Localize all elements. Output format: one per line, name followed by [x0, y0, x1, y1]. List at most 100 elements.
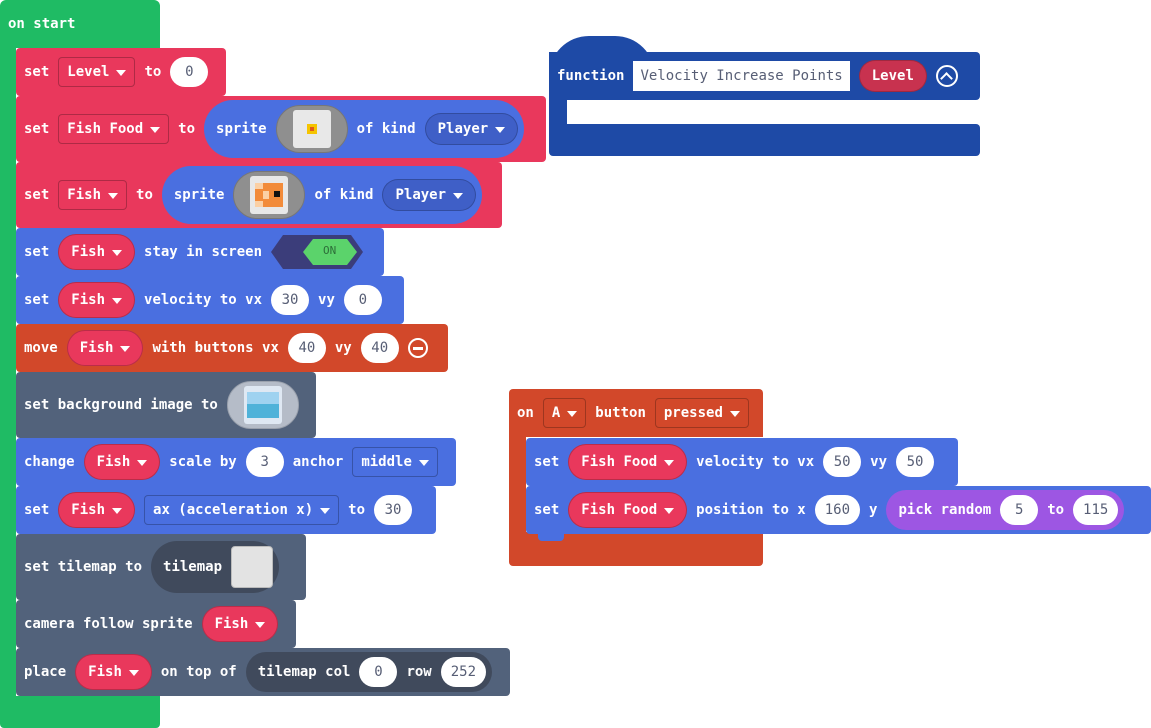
number-input[interactable]: 0: [170, 57, 209, 87]
on-start-rail: [0, 40, 16, 700]
sprite-variable-dropdown[interactable]: Fish: [75, 654, 152, 690]
random-from-input[interactable]: 5: [1000, 495, 1039, 525]
of-kind-keyword: of kind: [356, 121, 416, 137]
sprite-variable-dropdown[interactable]: Fish: [58, 282, 136, 318]
property-name: ax (acceleration x): [153, 502, 314, 518]
on-button-rail: [509, 436, 526, 536]
function-definition-block[interactable]: function Velocity Increase Points Level: [549, 52, 980, 100]
set-keyword: set: [534, 502, 560, 518]
sprite-variable-dropdown[interactable]: Fish: [83, 444, 161, 480]
sprite-variable-dropdown[interactable]: Fish Food: [568, 492, 688, 528]
vx-input[interactable]: 50: [823, 447, 862, 477]
place-on-top-block[interactable]: place Fish on top of tilemap col 0 row 2…: [16, 648, 510, 696]
to-keyword: to: [348, 502, 366, 518]
set-background-block[interactable]: set background image to: [16, 372, 316, 445]
chevron-down-icon: [112, 298, 123, 304]
vy-input[interactable]: 0: [343, 285, 382, 315]
scale-by-label: scale by: [169, 454, 237, 470]
velocity-label: velocity to vx: [144, 292, 263, 308]
x-input[interactable]: 160: [814, 495, 861, 525]
kind-dropdown[interactable]: Player: [382, 179, 477, 211]
variable-name: Fish: [88, 664, 122, 680]
chevron-down-icon: [150, 127, 161, 133]
on-button-event-block[interactable]: on A button pressed: [509, 389, 763, 437]
chevron-down-icon: [453, 193, 464, 199]
row-input[interactable]: 252: [440, 657, 487, 687]
set-fish-food-block[interactable]: set Fish Food to sprite of kind Player: [16, 96, 546, 169]
tilemap-col-label: tilemap col: [257, 664, 351, 680]
sprite-of-kind-reporter[interactable]: sprite of kind Player: [161, 166, 483, 224]
function-name-input[interactable]: Velocity Increase Points: [633, 61, 850, 91]
chevron-down-icon: [320, 508, 331, 514]
sprite-variable-dropdown[interactable]: Fish: [58, 234, 136, 270]
variable-name: Fish Food: [67, 121, 144, 137]
collapse-up-icon[interactable]: [935, 65, 958, 87]
set-velocity-block[interactable]: set Fish velocity to vx 30 vy 0: [16, 276, 404, 331]
set-fish-block[interactable]: set Fish to sprite of kind Player: [16, 162, 502, 235]
chevron-down-icon: [729, 411, 740, 417]
kind-dropdown[interactable]: Player: [424, 113, 519, 145]
camera-follow-block[interactable]: camera follow sprite Fish: [16, 600, 296, 655]
set-keyword: set: [24, 121, 50, 137]
background-image-picker[interactable]: [226, 381, 299, 429]
button-label: button: [595, 405, 646, 421]
tilemap-keyword: tilemap: [163, 559, 223, 575]
move-with-buttons-block[interactable]: move Fish with buttons vx 40 vy 40: [16, 324, 448, 379]
col-input[interactable]: 0: [359, 657, 398, 687]
toggle-switch[interactable]: ON: [271, 235, 364, 269]
collapse-minus-icon[interactable]: [407, 338, 428, 358]
button-dropdown[interactable]: A: [542, 398, 587, 428]
sprite-variable-dropdown[interactable]: Fish: [201, 606, 279, 642]
sprite-variable-dropdown[interactable]: Fish: [58, 492, 136, 528]
event-dropdown[interactable]: pressed: [654, 398, 749, 428]
variable-dropdown[interactable]: Fish Food: [58, 114, 170, 144]
set-keyword: set: [24, 244, 50, 260]
variable-name: Fish Food: [581, 502, 658, 518]
vx-input[interactable]: 30: [271, 285, 310, 315]
anchor-value: middle: [361, 454, 412, 470]
vy-input[interactable]: 40: [360, 333, 399, 363]
set-tilemap-block[interactable]: set tilemap to tilemap: [16, 534, 306, 607]
chevron-down-icon: [664, 460, 675, 466]
parameter-name: Level: [871, 68, 914, 84]
vx-input[interactable]: 40: [287, 333, 326, 363]
stay-in-screen-block[interactable]: set Fish stay in screen ON: [16, 228, 384, 283]
vy-label: vy: [334, 340, 352, 356]
sprite-image-picker[interactable]: [275, 105, 348, 153]
random-to-input[interactable]: 115: [1073, 495, 1119, 525]
set-level-block[interactable]: set Level to 0: [16, 48, 226, 103]
chevron-down-icon: [112, 250, 123, 256]
set-position-block[interactable]: set Fish Food position to x 160 y pick r…: [526, 486, 1151, 541]
tilemap-reporter[interactable]: tilemap: [151, 541, 280, 593]
sprite-variable-dropdown[interactable]: Fish: [66, 330, 144, 366]
tilemap-image-picker[interactable]: [231, 546, 274, 588]
sprite-image-picker[interactable]: [233, 171, 306, 219]
change-scale-block[interactable]: change Fish scale by 3 anchor middle: [16, 438, 456, 493]
variable-name: Fish: [67, 187, 102, 203]
function-parameter[interactable]: Level: [858, 60, 927, 92]
variable-dropdown[interactable]: Level: [58, 57, 136, 87]
variable-name: Fish Food: [581, 454, 658, 470]
sprite-keyword: sprite: [216, 121, 267, 137]
chevron-down-icon: [495, 127, 506, 133]
sprite-variable-dropdown[interactable]: Fish Food: [568, 444, 688, 480]
camera-follow-label: camera follow sprite: [24, 616, 193, 632]
set-acceleration-block[interactable]: set Fish ax (acceleration x) to 30: [16, 486, 436, 541]
acceleration-input[interactable]: 30: [374, 495, 413, 525]
tilemap-col-row-reporter[interactable]: tilemap col 0 row 252: [245, 652, 493, 692]
vy-label: vy: [870, 454, 888, 470]
property-dropdown[interactable]: ax (acceleration x): [144, 495, 340, 525]
sprite-of-kind-reporter[interactable]: sprite of kind Player: [204, 100, 525, 158]
scale-input[interactable]: 3: [245, 447, 284, 477]
variable-dropdown[interactable]: Fish: [58, 180, 128, 210]
chevron-down-icon: [128, 670, 139, 676]
button-name: A: [551, 405, 561, 421]
on-start-footer: [0, 696, 160, 728]
set-velocity-block[interactable]: set Fish Food velocity to vx 50 vy 50: [526, 438, 958, 493]
vy-input[interactable]: 50: [896, 447, 935, 477]
event-name: pressed: [663, 405, 723, 421]
pick-random-reporter[interactable]: pick random 5 to 115: [886, 490, 1125, 530]
fish-food-sprite-icon: [292, 110, 331, 148]
chevron-down-icon: [120, 346, 131, 352]
anchor-dropdown[interactable]: middle: [352, 447, 438, 477]
